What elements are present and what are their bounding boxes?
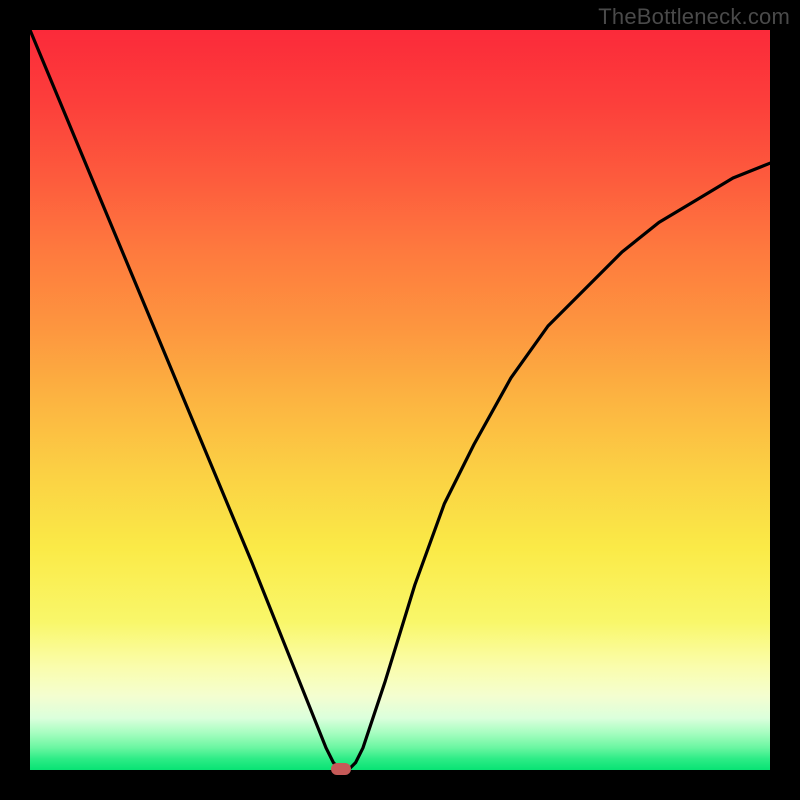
optimum-marker: [331, 763, 351, 775]
curve-svg: [30, 30, 770, 770]
watermark-text: TheBottleneck.com: [598, 4, 790, 30]
chart-frame: TheBottleneck.com: [0, 0, 800, 800]
bottleneck-curve: [30, 30, 770, 770]
plot-area: [30, 30, 770, 770]
